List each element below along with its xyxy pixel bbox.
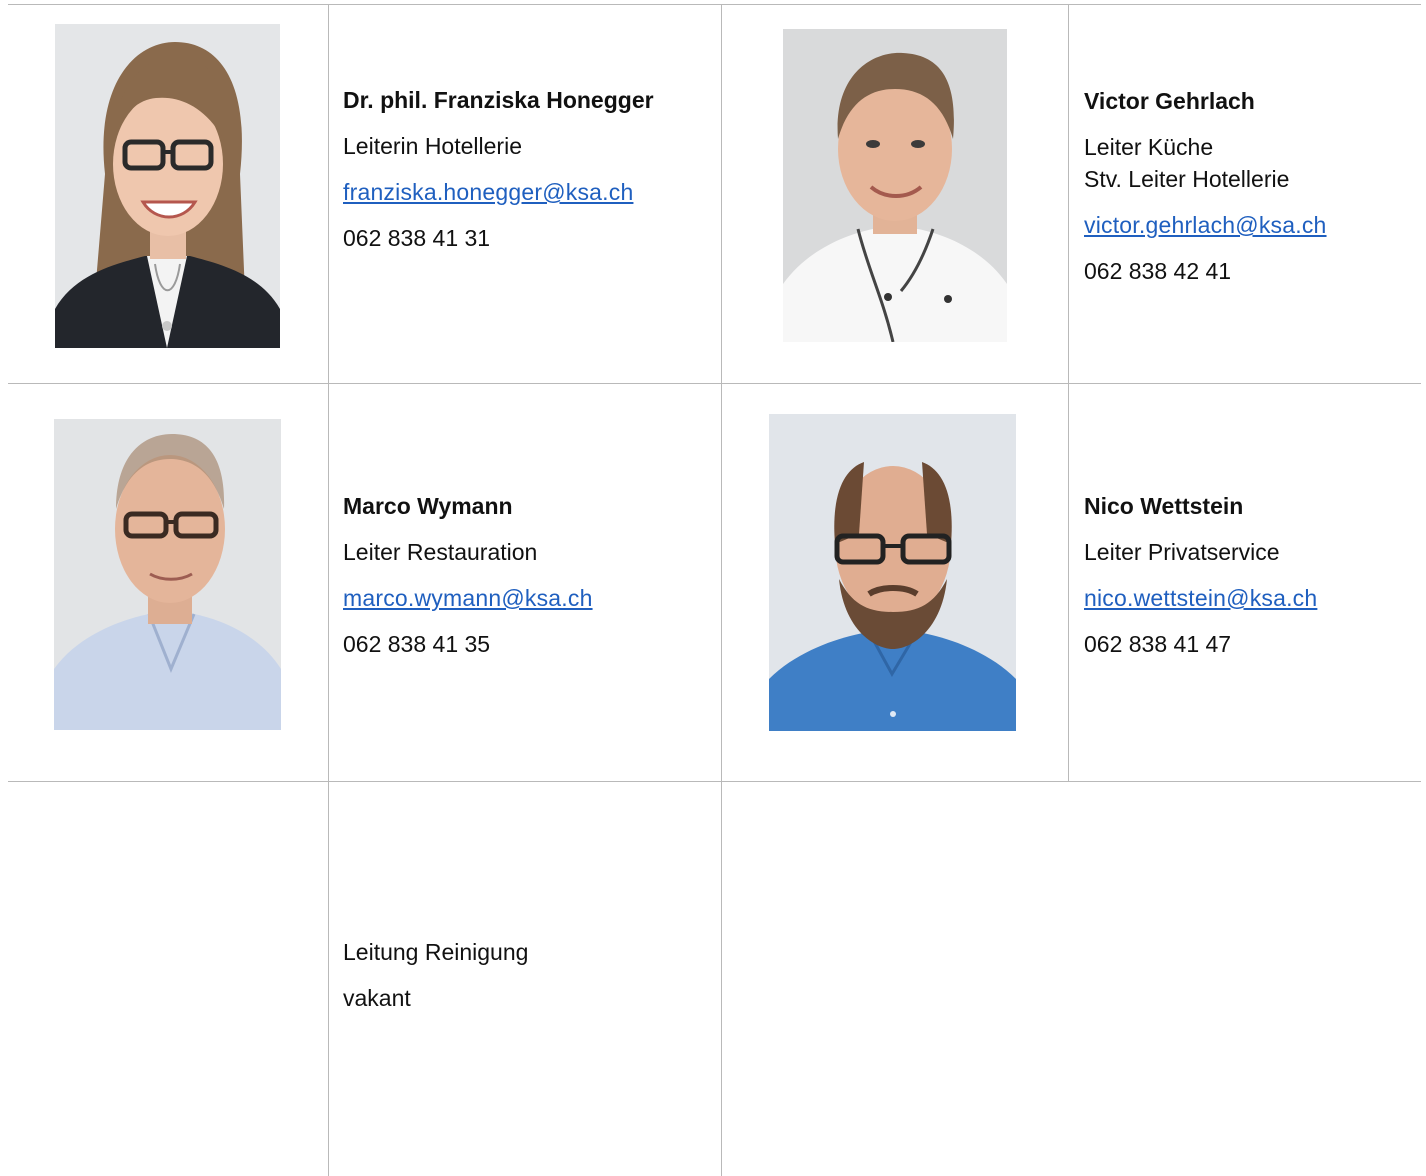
table-column-divider (721, 4, 722, 1176)
vacancy-role: Leitung Reinigung (343, 939, 529, 965)
contact-info: Dr. phil. Franziska Honegger Leiterin Ho… (343, 87, 654, 251)
table-column-divider (328, 4, 329, 1176)
person-role: Leiter Restauration (343, 539, 538, 565)
person-name: Nico Wettstein (1084, 493, 1244, 519)
vacancy-status: vakant (343, 985, 411, 1011)
contact-info: Marco Wymann Leiter Restauration marco.w… (343, 493, 593, 657)
table-border-top (8, 4, 1421, 5)
email-link[interactable]: nico.wettstein@ksa.ch (1084, 585, 1317, 611)
portrait-photo (55, 24, 280, 348)
person-role: Leiter Küche (1084, 134, 1214, 160)
table-column-divider (1068, 4, 1069, 782)
table-row-divider (8, 383, 1421, 384)
person-role: Leiterin Hotellerie (343, 133, 522, 159)
vacancy-info: Leitung Reinigung vakant (343, 939, 528, 1011)
email-link[interactable]: marco.wymann@ksa.ch (343, 585, 593, 611)
portrait-photo (54, 419, 281, 730)
email-link[interactable]: franziska.honegger@ksa.ch (343, 179, 633, 205)
person-name: Victor Gehrlach (1084, 88, 1255, 114)
table-row-divider (8, 781, 1421, 782)
person-role: Leiter Privatservice (1084, 539, 1280, 565)
email-link[interactable]: victor.gehrlach@ksa.ch (1084, 212, 1327, 238)
person-name: Dr. phil. Franziska Honegger (343, 87, 654, 113)
phone-number: 062 838 41 47 (1084, 631, 1232, 657)
portrait-photo (783, 29, 1007, 342)
phone-number: 062 838 41 35 (343, 631, 491, 657)
person-role-secondary: Stv. Leiter Hotellerie (1084, 166, 1290, 192)
person-name: Marco Wymann (343, 493, 513, 519)
portrait-photo (769, 414, 1016, 731)
contact-info: Victor Gehrlach Leiter Küche Stv. Leiter… (1084, 88, 1327, 284)
phone-number: 062 838 41 31 (343, 225, 491, 251)
contact-info: Nico Wettstein Leiter Privatservice nico… (1084, 493, 1317, 657)
phone-number: 062 838 42 41 (1084, 258, 1232, 284)
